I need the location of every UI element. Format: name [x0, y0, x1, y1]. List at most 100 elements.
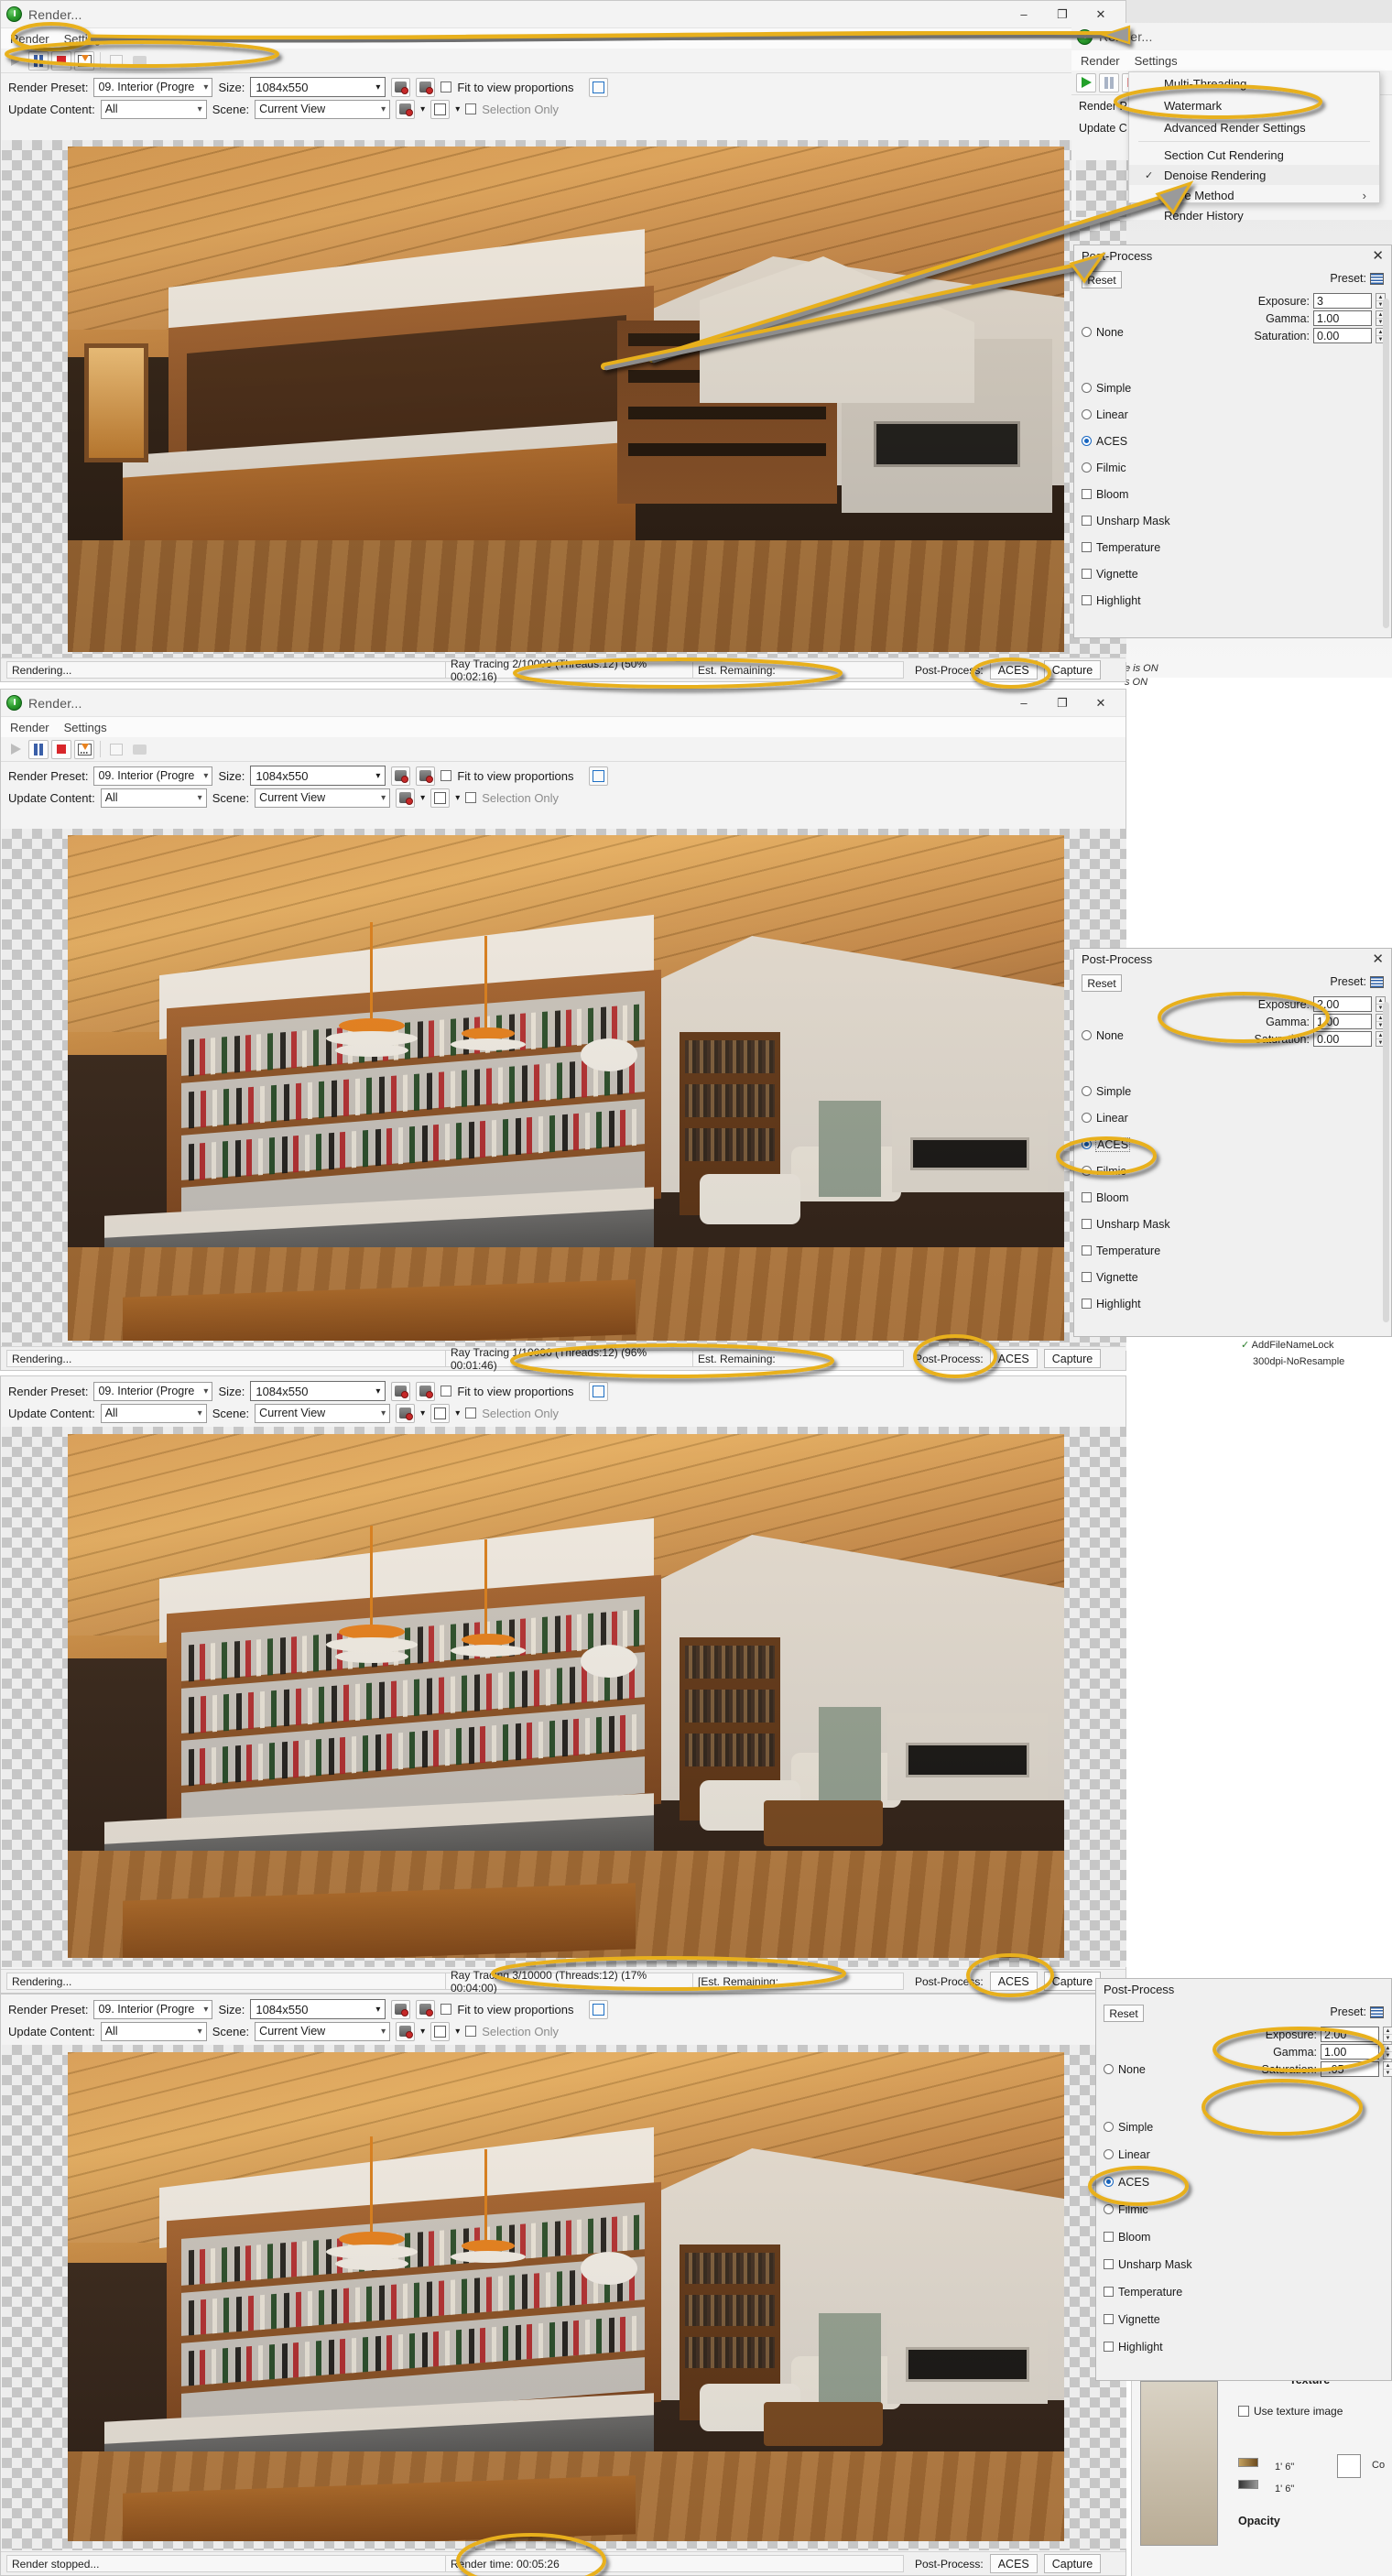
saturation-input[interactable]: 0.00: [1313, 1031, 1372, 1047]
minimize-button[interactable]: –: [1005, 690, 1043, 716]
effect-option-bloom[interactable]: Bloom: [1082, 486, 1170, 502]
exposure-row[interactable]: Exposure: 3 ▲ ▼: [1221, 293, 1386, 309]
camera-location-button[interactable]: [391, 77, 411, 97]
effect-option-unsharp-mask[interactable]: Unsharp Mask: [1082, 1216, 1170, 1232]
radio-icon[interactable]: [1104, 2204, 1114, 2214]
status-bar-4[interactable]: Render stopped... Render time: 00:05:26 …: [1, 2551, 1126, 2575]
gamma-input[interactable]: 1.00: [1313, 310, 1372, 326]
pp-3-titlebar[interactable]: Post-Process: [1096, 1979, 1391, 1999]
fit-region-button[interactable]: [588, 77, 608, 97]
spin-up-icon[interactable]: ▲: [1384, 2062, 1392, 2070]
render-canvas-3[interactable]: [2, 1427, 1126, 1967]
chevron-down-icon[interactable]: ▾: [455, 1408, 460, 1418]
copy-image-button[interactable]: [106, 740, 126, 759]
capture-button[interactable]: Capture: [1043, 2554, 1102, 2573]
tonemap-option-linear[interactable]: Linear: [1082, 407, 1170, 422]
camera-location-button[interactable]: [391, 1999, 411, 2019]
checkbox-icon[interactable]: [1082, 1272, 1092, 1282]
play-render-button[interactable]: [5, 740, 26, 759]
close-icon[interactable]: ✕: [1372, 951, 1384, 967]
camera-location-button[interactable]: [391, 1381, 411, 1401]
bg-color-slider-2[interactable]: [1238, 2480, 1258, 2489]
reset-button[interactable]: Reset: [1104, 2005, 1144, 2022]
effect-option-temperature[interactable]: Temperature: [1082, 539, 1170, 555]
saturation-row[interactable]: Saturation: -.05 ▲ ▼: [1221, 2061, 1392, 2077]
status-bar-2[interactable]: Rendering... Ray Tracing 1/10000 (Thread…: [1, 1346, 1126, 1372]
menu-settings[interactable]: Settings: [64, 32, 107, 46]
scene-combo[interactable]: Current View ▾: [255, 788, 391, 808]
bg-color-slider-1[interactable]: [1238, 2458, 1258, 2467]
fit-to-view-checkbox[interactable]: [440, 1386, 452, 1397]
checkbox-icon[interactable]: [1082, 489, 1092, 499]
use-texture-checkbox[interactable]: [1238, 2406, 1249, 2417]
spin-up-icon[interactable]: ▲: [1384, 2045, 1392, 2052]
preset-list-icon[interactable]: [1370, 975, 1384, 988]
saturation-input[interactable]: 0.00: [1313, 328, 1372, 343]
status-bar-3[interactable]: Rendering... Ray Tracing 3/10000 (Thread…: [1, 1969, 1126, 1994]
selection-only-checkbox[interactable]: [465, 792, 477, 803]
close-button[interactable]: ✕: [1082, 690, 1120, 716]
tonemap-option-filmic[interactable]: Filmic: [1082, 460, 1170, 475]
print-button[interactable]: [129, 51, 149, 71]
menu-settings[interactable]: Settings: [1135, 54, 1178, 68]
tonemap-option-aces[interactable]: ACES: [1082, 1136, 1170, 1152]
menu-settings[interactable]: Settings: [64, 721, 107, 734]
chevron-down-icon[interactable]: ▾: [455, 2027, 460, 2037]
fit-to-view-checkbox[interactable]: [440, 770, 452, 781]
gamma-stepper[interactable]: ▲ ▼: [1383, 2044, 1392, 2060]
saturation-row[interactable]: Saturation: 0.00 ▲ ▼: [1221, 1031, 1386, 1047]
selection-only-checkbox[interactable]: [465, 103, 477, 114]
window-2-menubar[interactable]: Render Settings: [1, 717, 1126, 737]
menu-item-multi-threading[interactable]: Multi-Threading: [1129, 72, 1379, 94]
render-window-2[interactable]: Render... – ❐ ✕ Render Settings Render P…: [0, 689, 1126, 1372]
batch-scenes-button[interactable]: [430, 2021, 451, 2041]
checkbox-icon[interactable]: [1082, 542, 1092, 552]
radio-icon[interactable]: [1082, 436, 1092, 446]
play-render-button[interactable]: [5, 51, 26, 71]
spin-down-icon[interactable]: ▼: [1384, 2070, 1392, 2076]
status-bar-1[interactable]: Rendering... Ray Tracing 2/10000 (Thread…: [1, 658, 1126, 683]
checkbox-icon[interactable]: [1104, 2314, 1114, 2324]
post-process-panel-2[interactable]: Post-Process ✕ Reset Preset: Exposure: 2…: [1073, 948, 1392, 1337]
capture-button[interactable]: Capture: [1043, 1349, 1102, 1368]
bg-window-titlebar[interactable]: Render...: [1071, 23, 1392, 50]
camera-target-button[interactable]: [416, 1999, 436, 2019]
play-render-button[interactable]: [1076, 72, 1096, 92]
post-process-panel-1[interactable]: Post-Process ✕ Reset Preset: Exposure: 3…: [1073, 245, 1392, 638]
effect-option-vignette[interactable]: Vignette: [1082, 1269, 1170, 1285]
effect-option-highlight[interactable]: Highlight: [1104, 2339, 1192, 2354]
window-1-settings-row-1[interactable]: Render Preset: 09. Interior (Progre ▾ Si…: [1, 76, 1126, 98]
update-content-combo[interactable]: All ▾: [100, 99, 207, 119]
exposure-input[interactable]: 2.00: [1321, 2027, 1379, 2042]
chevron-down-icon[interactable]: ▾: [455, 793, 460, 803]
exposure-input[interactable]: 3: [1313, 293, 1372, 309]
minimize-button[interactable]: –: [1005, 2, 1043, 27]
tonemap-option-none[interactable]: None: [1082, 1027, 1170, 1043]
effect-option-unsharp-mask[interactable]: Unsharp Mask: [1104, 2256, 1192, 2272]
effect-option-vignette[interactable]: Vignette: [1104, 2311, 1192, 2327]
render-canvas-2[interactable]: [2, 829, 1126, 1351]
saturation-stepper[interactable]: ▲ ▼: [1383, 2061, 1392, 2077]
effect-option-bloom[interactable]: Bloom: [1104, 2229, 1192, 2244]
tonemap-option-filmic[interactable]: Filmic: [1104, 2201, 1192, 2217]
update-content-combo[interactable]: All ▾: [100, 788, 207, 808]
effect-option-bloom[interactable]: Bloom: [1082, 1190, 1170, 1205]
pp-2-titlebar[interactable]: Post-Process ✕: [1074, 949, 1391, 969]
window-2-toolbar[interactable]: [1, 737, 1126, 762]
scene-combo[interactable]: Current View ▾: [255, 99, 391, 119]
scene-camera-button[interactable]: [396, 788, 416, 808]
scene-combo[interactable]: Current View ▾: [255, 2021, 391, 2041]
scene-camera-button[interactable]: [396, 2021, 416, 2041]
fit-region-button[interactable]: [588, 1999, 608, 2019]
render-canvas-1[interactable]: [2, 140, 1126, 662]
capture-button[interactable]: Capture: [1043, 660, 1102, 679]
menu-item-denoise-rendering[interactable]: ✓ Denoise Rendering: [1129, 165, 1379, 185]
window-2-titlebar[interactable]: Render... – ❐ ✕: [1, 690, 1126, 717]
update-content-combo[interactable]: All ▾: [100, 2021, 207, 2041]
menu-item-advanced-render-settings[interactable]: Advanced Render Settings: [1129, 116, 1379, 138]
exposure-input[interactable]: 2.00: [1313, 996, 1372, 1012]
tonemap-option-none[interactable]: None: [1104, 2061, 1192, 2077]
chevron-down-icon[interactable]: ▾: [420, 104, 425, 114]
pp-scrollbar-2[interactable]: [1383, 1002, 1389, 1322]
tonemap-option-aces[interactable]: ACES: [1082, 433, 1170, 449]
